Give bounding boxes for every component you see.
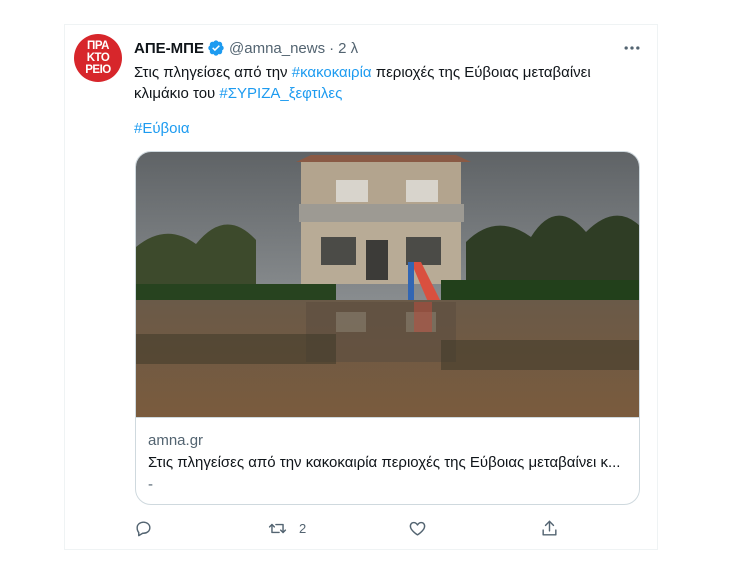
separator-dot: ·	[329, 39, 335, 57]
link-card-domain: amna.gr	[148, 432, 204, 449]
tweet-hashtag-line: #Εύβοια	[134, 118, 190, 139]
link-card-description: -	[148, 476, 153, 493]
link-card-info[interactable]: amna.gr Στις πληγείσες από την κακοκαιρί…	[136, 417, 639, 504]
link-card-title: Στις πληγείσες από την κακοκαιρία περιοχ…	[148, 454, 621, 471]
avatar[interactable]: ΠΡΑ ΚΤΟ ΡΕΙΟ	[74, 34, 122, 82]
tweet-text: Στις πληγείσες από την #κακοκαιρία περιο…	[134, 62, 634, 104]
avatar-line-2: ΚΤΟ	[86, 52, 110, 64]
share-icon	[540, 519, 559, 538]
retweet-count: 2	[299, 520, 307, 536]
tweet-text-part-1: Στις πληγείσες από την	[134, 64, 292, 81]
avatar-line-3: ΡΕΙΟ	[85, 64, 111, 76]
flooded-house-photo[interactable]	[136, 152, 640, 417]
verified-badge-icon	[207, 39, 225, 57]
reply-button[interactable]	[134, 516, 153, 540]
more-options-icon[interactable]	[620, 38, 644, 58]
link-card[interactable]: amna.gr Στις πληγείσες από την κακοκαιρί…	[135, 151, 640, 505]
tweet-header: ΑΠΕ-ΜΠΕ @amna_news · 2 λ	[134, 38, 358, 58]
hashtag-link-evia[interactable]: #Εύβοια	[134, 120, 190, 137]
hashtag-link-syriza[interactable]: #ΣΥΡΙΖΑ_ξεφτιλες	[219, 85, 342, 102]
share-button[interactable]	[540, 516, 559, 540]
hashtag-link-kakokairia[interactable]: #κακοκαιρία	[292, 64, 372, 81]
like-button[interactable]	[408, 516, 427, 540]
retweet-icon	[268, 519, 287, 538]
tweet-time[interactable]: 2 λ	[338, 40, 358, 57]
reply-icon	[134, 519, 153, 538]
author-name[interactable]: ΑΠΕ-ΜΠΕ	[134, 40, 204, 57]
avatar-line-1: ΠΡΑ	[87, 40, 109, 52]
tweet-actions: 2	[134, 516, 634, 540]
author-handle[interactable]: @amna_news	[229, 40, 325, 57]
retweet-button[interactable]: 2	[268, 516, 306, 540]
heart-icon	[408, 519, 427, 538]
